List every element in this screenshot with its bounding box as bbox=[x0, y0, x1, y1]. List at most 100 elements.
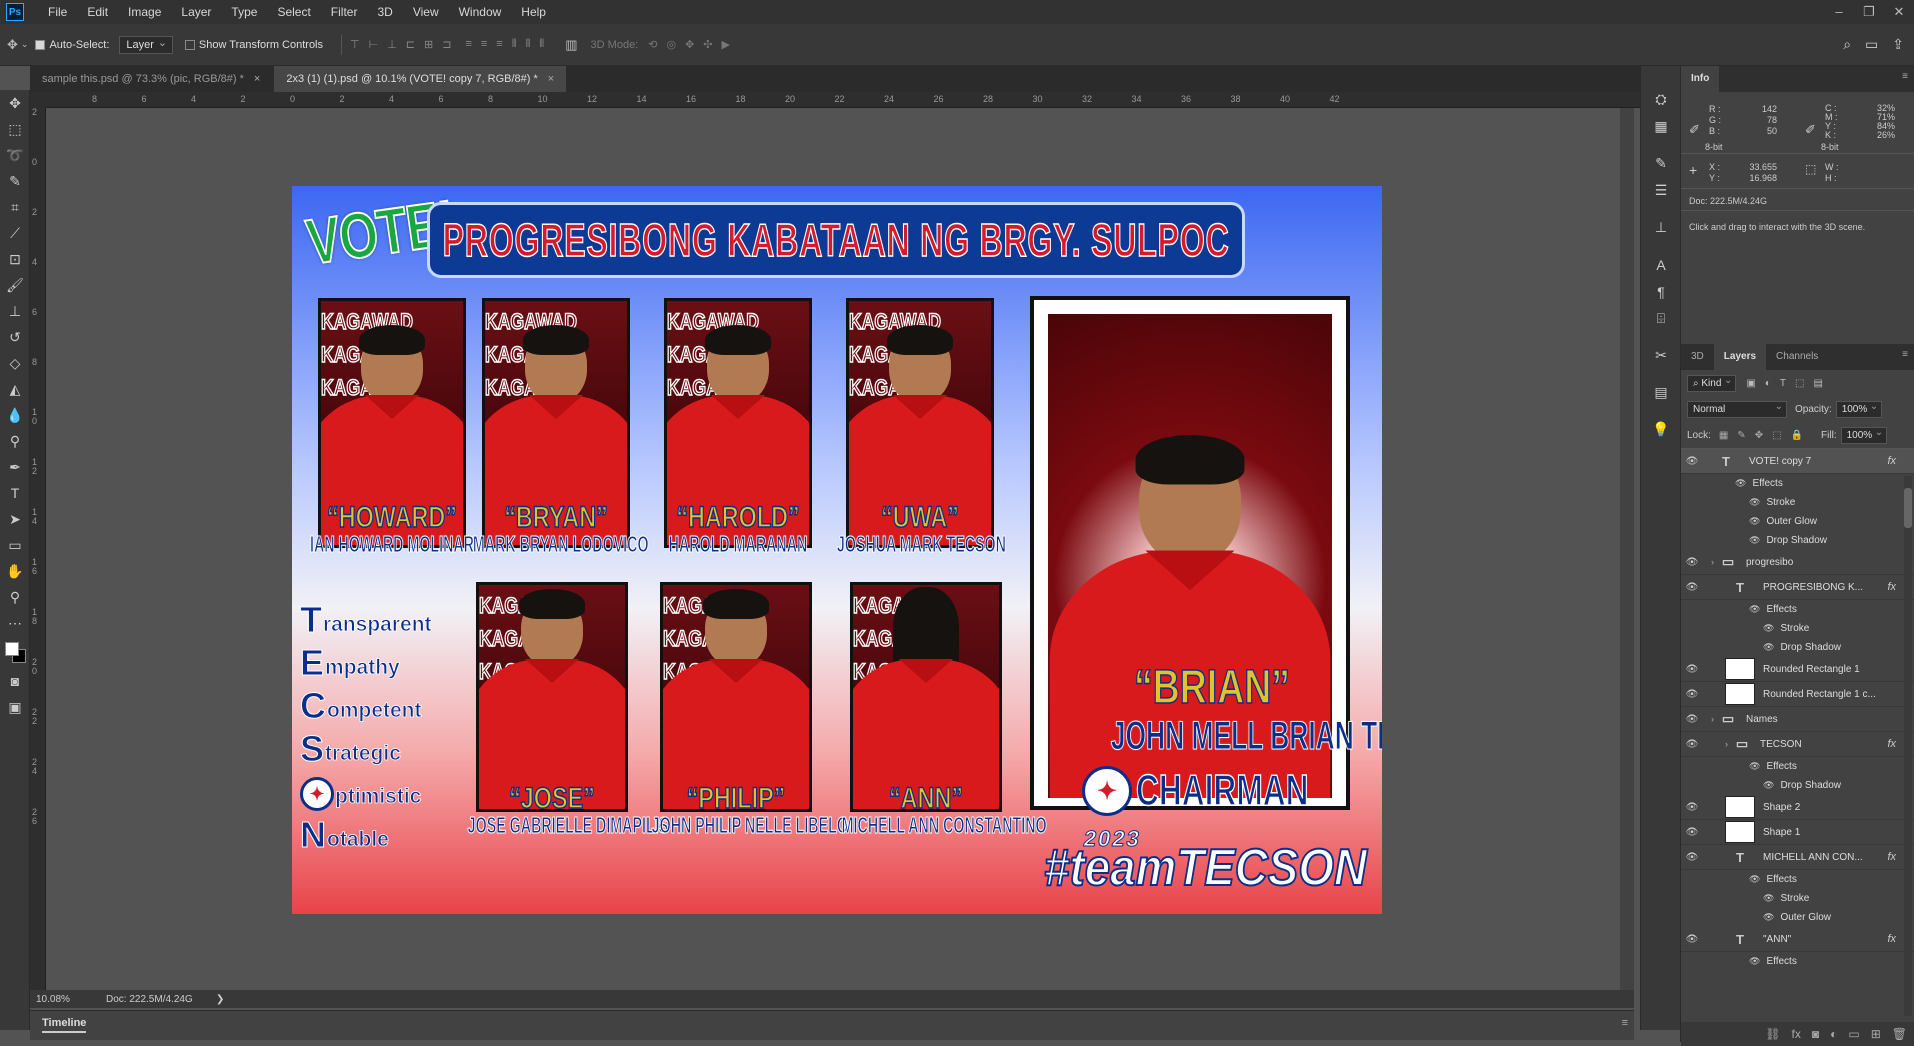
blur-tool-icon[interactable]: 💧 bbox=[0, 402, 30, 428]
crop-tool-icon[interactable]: ⌗ bbox=[0, 194, 30, 220]
layer-effect-row[interactable]: 👁 Drop Shadow bbox=[1681, 638, 1914, 657]
close-icon[interactable]: × bbox=[254, 73, 260, 85]
3d-panel-icon[interactable]: ⛭ bbox=[1641, 86, 1681, 113]
eye-icon[interactable]: 👁 bbox=[1681, 582, 1703, 593]
distribute-top-icon[interactable]: ≡ bbox=[465, 38, 471, 51]
layer-effect-row[interactable]: 👁 Drop Shadow bbox=[1681, 531, 1914, 550]
eraser-tool-icon[interactable]: ◇ bbox=[0, 350, 30, 376]
menu-file[interactable]: File bbox=[38, 0, 77, 24]
align-top-icon[interactable]: ⊤ bbox=[350, 38, 360, 51]
eye-icon[interactable]: 👁 bbox=[1749, 761, 1760, 772]
workspace-icon[interactable]: ▭ bbox=[1865, 36, 1878, 53]
lock-pixels-icon[interactable]: ✎ bbox=[1737, 430, 1745, 441]
menu-filter[interactable]: Filter bbox=[321, 0, 368, 24]
panel-menu-icon[interactable]: ≡ bbox=[1622, 1017, 1628, 1029]
foreground-color-swatch[interactable] bbox=[5, 642, 19, 656]
filter-adjustment-icon[interactable]: ◐ bbox=[1765, 378, 1771, 389]
filter-shape-icon[interactable]: ⬚ bbox=[1795, 378, 1804, 389]
new-fill-adjustment-icon[interactable]: ◐ bbox=[1830, 1027, 1837, 1041]
properties-panel-icon[interactable]: ▤ bbox=[1641, 379, 1681, 406]
healing-brush-tool-icon[interactable]: ⊡ bbox=[0, 246, 30, 272]
tab-layers[interactable]: Layers bbox=[1713, 344, 1767, 370]
more-tools-icon[interactable]: ⋯ bbox=[0, 610, 30, 636]
canvas-scrollbar[interactable] bbox=[1620, 108, 1634, 990]
eye-icon[interactable]: 👁 bbox=[1681, 689, 1703, 700]
show-transform-checkbox[interactable] bbox=[184, 39, 195, 50]
paragraph-panel-icon[interactable]: ¶ bbox=[1641, 278, 1681, 305]
pen-tool-icon[interactable]: ✒ bbox=[0, 454, 30, 480]
layer-effect-row[interactable]: 👁 Effects bbox=[1681, 474, 1914, 493]
panel-menu-icon[interactable]: ≡ bbox=[1902, 349, 1908, 360]
fx-icon[interactable]: fx bbox=[1887, 455, 1896, 467]
lock-artboard-icon[interactable]: ⬚ bbox=[1772, 430, 1781, 441]
eye-icon[interactable]: 👁 bbox=[1681, 664, 1703, 675]
brush-tool-icon[interactable]: 🖌 bbox=[0, 272, 30, 298]
quick-select-tool-icon[interactable]: ✎ bbox=[0, 168, 30, 194]
eye-icon[interactable]: 👁 bbox=[1681, 852, 1703, 863]
distribute-bottom-icon[interactable]: ≡ bbox=[496, 38, 502, 51]
close-icon[interactable]: × bbox=[548, 73, 554, 85]
layer-row[interactable]: 👁 T "ANN" fx bbox=[1681, 927, 1914, 952]
tool-preset-chevron-icon[interactable]: ⌄ bbox=[21, 39, 29, 50]
fx-icon[interactable]: fx bbox=[1887, 933, 1896, 945]
move-tool-icon[interactable]: ✥ bbox=[7, 37, 18, 53]
share-icon[interactable]: ⇪ bbox=[1892, 36, 1904, 53]
menu-view[interactable]: View bbox=[403, 0, 449, 24]
brush-panel-icon[interactable]: ✎ bbox=[1641, 150, 1681, 177]
tool-presets-icon[interactable]: ✂ bbox=[1641, 342, 1681, 369]
align-right-icon[interactable]: ⊐ bbox=[442, 38, 451, 51]
tab-info[interactable]: Info bbox=[1681, 66, 1720, 92]
menu-select[interactable]: Select bbox=[267, 0, 320, 24]
hand-tool-icon[interactable]: ✋ bbox=[0, 558, 30, 584]
fx-icon[interactable]: fx bbox=[1887, 581, 1896, 593]
eye-icon[interactable]: 👁 bbox=[1735, 478, 1746, 489]
align-vcenter-icon[interactable]: ⊢ bbox=[369, 38, 379, 51]
layer-effect-row[interactable]: 👁 Stroke bbox=[1681, 493, 1914, 512]
history-brush-tool-icon[interactable]: ↺ bbox=[0, 324, 30, 350]
kind-filter-dropdown[interactable]: ⌕ Kind bbox=[1687, 374, 1737, 392]
timeline-tab[interactable]: Timeline bbox=[42, 1017, 87, 1033]
lock-transparency-icon[interactable]: ▦ bbox=[1719, 430, 1728, 441]
grid-panel-icon[interactable]: ▦ bbox=[1641, 113, 1681, 140]
filter-type-icon[interactable]: T bbox=[1780, 378, 1786, 389]
glyphs-panel-icon[interactable]: ⌹ bbox=[1641, 305, 1681, 332]
paint-bucket-tool-icon[interactable]: ◭ bbox=[0, 376, 30, 402]
eye-icon[interactable]: 👁 bbox=[1749, 604, 1760, 615]
eye-icon[interactable]: 👁 bbox=[1749, 956, 1760, 967]
eye-icon[interactable]: 👁 bbox=[1749, 516, 1760, 527]
path-selection-tool-icon[interactable]: ➤ bbox=[0, 506, 30, 532]
tab-3d[interactable]: 3D bbox=[1681, 344, 1714, 370]
status-menu-arrow-icon[interactable]: ❯ bbox=[216, 994, 224, 1005]
color-swatches[interactable] bbox=[5, 642, 27, 664]
learn-panel-icon[interactable]: 💡 bbox=[1641, 416, 1681, 443]
menu-help[interactable]: Help bbox=[511, 0, 556, 24]
horizontal-ruler[interactable]: 8 6 4 2 0 2 4 6 8 10 12 14 16 18 20 22 24 26 28 30 32 34 36 38 4… bbox=[46, 92, 1640, 108]
type-tool-icon[interactable]: T bbox=[0, 480, 30, 506]
link-layers-icon[interactable]: ⛓ bbox=[1765, 1027, 1780, 1041]
auto-select-checkbox[interactable] bbox=[35, 39, 46, 50]
chevron-down-icon[interactable]: › bbox=[1711, 714, 1714, 724]
layers-scrollbar-thumb[interactable] bbox=[1904, 488, 1912, 528]
layer-effect-row[interactable]: 👁 Outer Glow bbox=[1681, 908, 1914, 927]
close-button[interactable]: ✕ bbox=[1884, 0, 1914, 24]
menu-3d[interactable]: 3D bbox=[367, 0, 402, 24]
fill-input[interactable]: 100% bbox=[1840, 426, 1888, 444]
rectangle-tool-icon[interactable]: ▭ bbox=[0, 532, 30, 558]
eye-icon[interactable]: 👁 bbox=[1681, 557, 1703, 568]
3d-roll-icon[interactable]: ◎ bbox=[666, 38, 676, 51]
vertical-ruler[interactable]: 2 0 2 4 6 8 1 0 1 2 1 4 1 6 1 8 2 0 2 2 2 4 2 6 bbox=[30, 108, 46, 990]
marquee-tool-icon[interactable]: ⬚ bbox=[0, 116, 30, 142]
layer-row[interactable]: 👁 Shape 1 bbox=[1681, 820, 1914, 845]
align-bottom-icon[interactable]: ⊥ bbox=[387, 38, 397, 51]
align-hcenter-icon[interactable]: ⊞ bbox=[424, 38, 433, 51]
eye-icon[interactable]: 👁 bbox=[1749, 874, 1760, 885]
3d-pan-icon[interactable]: ✥ bbox=[685, 38, 694, 51]
eye-icon[interactable]: 👁 bbox=[1681, 739, 1703, 750]
lock-all-icon[interactable]: 🔒 bbox=[1791, 430, 1803, 441]
layer-effect-row[interactable]: 👁 Drop Shadow bbox=[1681, 776, 1914, 795]
3d-orbit-icon[interactable]: ⟲ bbox=[648, 38, 657, 51]
quick-mask-icon[interactable]: ◙ bbox=[0, 668, 30, 694]
menu-window[interactable]: Window bbox=[449, 0, 512, 24]
eye-icon[interactable]: 👁 bbox=[1749, 535, 1760, 546]
delete-layer-icon[interactable]: 🗑 bbox=[1892, 1027, 1907, 1041]
